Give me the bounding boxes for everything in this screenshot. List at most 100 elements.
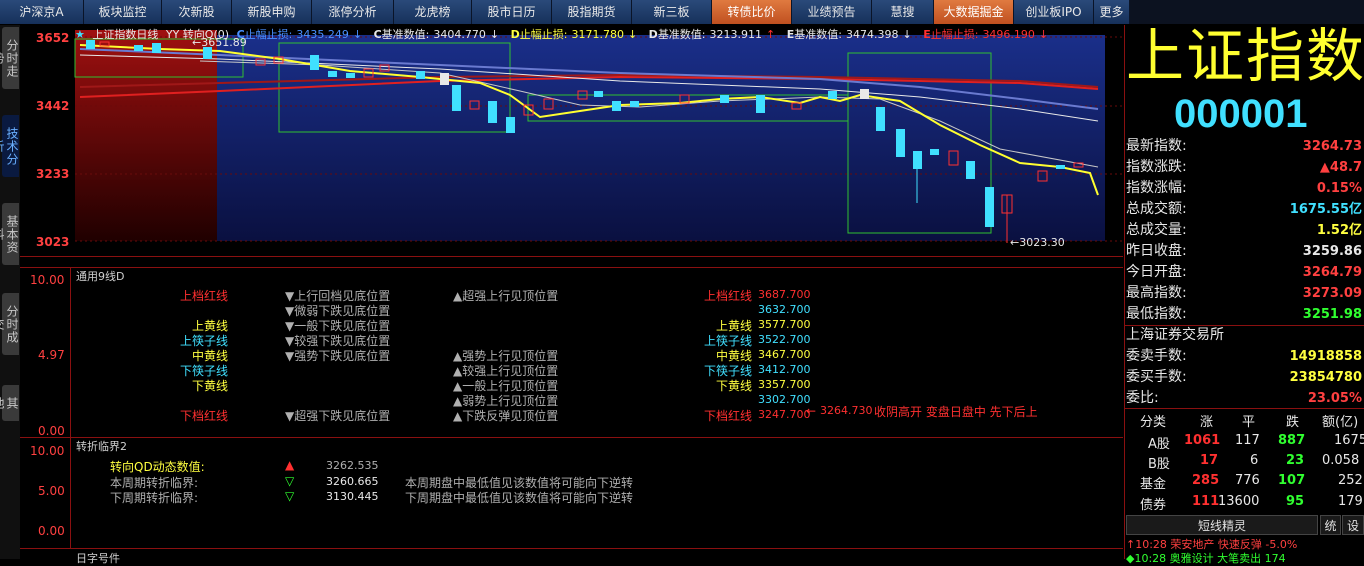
left-tab-bar: 分时走势 技术分析 基本资料 分时成交 其他 <box>0 25 20 559</box>
quote-latest: 最新指数: 3264.73 <box>1126 138 1362 154</box>
legend-c-stop: C止幅止损: 3435.249 ↓ <box>236 28 363 41</box>
p2-row1-icon: ▽ <box>285 474 295 488</box>
exchange-name: 上海证券交易所 <box>1126 327 1224 343</box>
p1-note-value: 3264.730 <box>820 404 873 417</box>
row-a-name: A股 <box>1148 437 1170 452</box>
kline-chart[interactable] <box>20 25 1123 256</box>
p2-y-top: 10.00 <box>30 444 65 458</box>
menu-sector-monitor[interactable]: 板块监控 <box>84 0 162 24</box>
menu-neeq[interactable]: 新三板 <box>632 0 712 24</box>
quote-change: 指数涨跌: ▲48.7 <box>1126 159 1362 175</box>
row-bond-up: 111 <box>1192 494 1220 509</box>
p1-val-4: 3467.700 <box>758 348 811 361</box>
quote-volume: 总成交量: 1.52亿 <box>1126 222 1362 238</box>
legend-e-base: E基准数值: 3474.398 ↓ <box>786 28 912 41</box>
p1-mid1-4: ▼强势下跌见底位置 <box>285 349 391 363</box>
p1-val-1: 3632.700 <box>758 303 811 316</box>
news-item-2[interactable]: ◆10:28 奥雅设计 大笔卖出 174 <box>1126 550 1286 566</box>
menu-bigdata[interactable]: 大数据掘金 <box>934 0 1014 24</box>
menu-index-futures[interactable]: 股指期货 <box>552 0 632 24</box>
row-b-name: B股 <box>1148 457 1170 472</box>
p2-row2-icon: ▽ <box>285 489 295 503</box>
tab-trades[interactable]: 分时成交 <box>0 293 19 355</box>
p1-val-2: 3577.700 <box>758 318 811 331</box>
row-a-down: 887 <box>1278 433 1306 448</box>
menu-ipo-subscribe[interactable]: 新股申购 <box>232 0 312 24</box>
row-b-down: 23 <box>1286 453 1305 468</box>
tab-intraday[interactable]: 分时走势 <box>0 27 19 89</box>
p1-val-3: 3522.700 <box>758 333 811 346</box>
menu-earnings[interactable]: 业绩预告 <box>792 0 872 24</box>
menu-smart-search[interactable]: 慧搜 <box>872 0 934 24</box>
p1-arrow: ← <box>806 404 817 418</box>
separator-3 <box>20 437 1123 438</box>
order-buy: 委买手数: 23854780 <box>1126 369 1362 385</box>
p1-val-5: 3412.700 <box>758 363 811 376</box>
quote-high: 最高指数: 3273.09 <box>1126 285 1362 301</box>
menu-dragon-tiger[interactable]: 龙虎榜 <box>394 0 472 24</box>
row-a-flat: 117 <box>1235 433 1260 448</box>
stats-button[interactable]: 统 <box>1320 515 1341 535</box>
p1-y-top: 10.00 <box>30 273 65 287</box>
p1-right-6: 下黄线 <box>716 379 753 393</box>
menu-hs-a[interactable]: 沪深京A <box>0 0 84 24</box>
menu-limit-up[interactable]: 涨停分析 <box>312 0 394 24</box>
p1-y-bot: 0.00 <box>38 424 65 438</box>
row-fund-name: 基金 <box>1140 477 1167 492</box>
quote-low: 最低指数: 3251.98 <box>1126 306 1362 322</box>
kline-chart-panel[interactable] <box>20 25 1123 256</box>
p1-note-text: 收阴高开 变盘日盘中 先下后上 <box>874 405 1038 419</box>
tab-fundamentals[interactable]: 基本资料 <box>0 203 19 265</box>
separator-4 <box>20 548 1123 549</box>
th-category: 分类 <box>1140 415 1167 430</box>
tab-other[interactable]: 其他 <box>0 385 19 421</box>
menu-convertible[interactable]: 转债比价 <box>712 0 792 24</box>
index-code: 000001 <box>1174 92 1308 136</box>
row-a-up: 1061 <box>1184 433 1221 448</box>
quote-turnover: 总成交额: 1675.55亿 <box>1126 201 1362 217</box>
row-fund-down: 107 <box>1278 473 1306 488</box>
order-ratio: 委比: 23.05% <box>1126 390 1362 406</box>
y-label-3442: 3442 <box>36 99 70 113</box>
legend-d-base: D基准数值: 3213.911 ↑ <box>648 28 776 41</box>
p2-row2-value: 3130.445 <box>326 490 379 503</box>
menu-new-stocks[interactable]: 次新股 <box>162 0 232 24</box>
p1-val-6: 3357.700 <box>758 378 811 391</box>
row-bond-amt: 179 <box>1338 494 1363 509</box>
low-marker: ←3023.30 <box>1010 236 1065 249</box>
th-amount: 额(亿) <box>1322 415 1359 430</box>
chart-title: 上证指数日线 <box>92 28 159 41</box>
p2-row0-icon: ▲ <box>285 458 295 472</box>
th-down: 跌 <box>1286 415 1300 430</box>
row-fund-flat: 776 <box>1235 473 1260 488</box>
p2-y-mid: 5.00 <box>38 484 65 498</box>
legend-d-stop: D止幅止损: 3171.780 ↓ <box>510 28 638 41</box>
row-b-up: 17 <box>1200 453 1219 468</box>
index-name: 上证指数 <box>1126 22 1364 90</box>
p1-left-0: 上档红线 <box>180 289 229 303</box>
menu-more[interactable]: 更多 <box>1094 0 1130 24</box>
separator-1 <box>20 256 1123 257</box>
high-marker: ←3651.89 <box>192 36 247 49</box>
p1-mid2-9: ▲下跌反弹见顶位置 <box>453 409 559 423</box>
row-fund-amt: 252 <box>1338 473 1363 488</box>
settings-button[interactable]: 设 <box>1342 515 1364 535</box>
th-flat: 平 <box>1242 415 1256 430</box>
menu-calendar[interactable]: 股市日历 <box>472 0 552 24</box>
menu-gem-ipo[interactable]: 创业板IPO <box>1014 0 1094 24</box>
row-fund-up: 285 <box>1192 473 1220 488</box>
order-sell: 委卖手数: 14918858 <box>1126 348 1362 364</box>
y-label-3023: 3023 <box>36 235 70 249</box>
p1-val-0: 3687.700 <box>758 288 811 301</box>
p2-row0-label: 转向QD动态数值: <box>110 460 205 474</box>
y-label-3233: 3233 <box>36 167 70 181</box>
p1-val-9: 3247.700 <box>758 408 811 421</box>
tab-technical[interactable]: 技术分析 <box>0 115 19 177</box>
p1-left-6: 下黄线 <box>192 379 229 393</box>
quote-change-pct: 指数涨幅: 0.15% <box>1126 180 1362 196</box>
row-b-flat: 6 <box>1250 453 1259 468</box>
short-term-sprite-button[interactable]: 短线精灵 <box>1126 515 1318 535</box>
legend-e-stop: E止幅止损: 3496.190 ↓ <box>923 28 1049 41</box>
row-a-amt: 1675 <box>1334 433 1364 448</box>
chart-bg-red <box>75 30 217 241</box>
